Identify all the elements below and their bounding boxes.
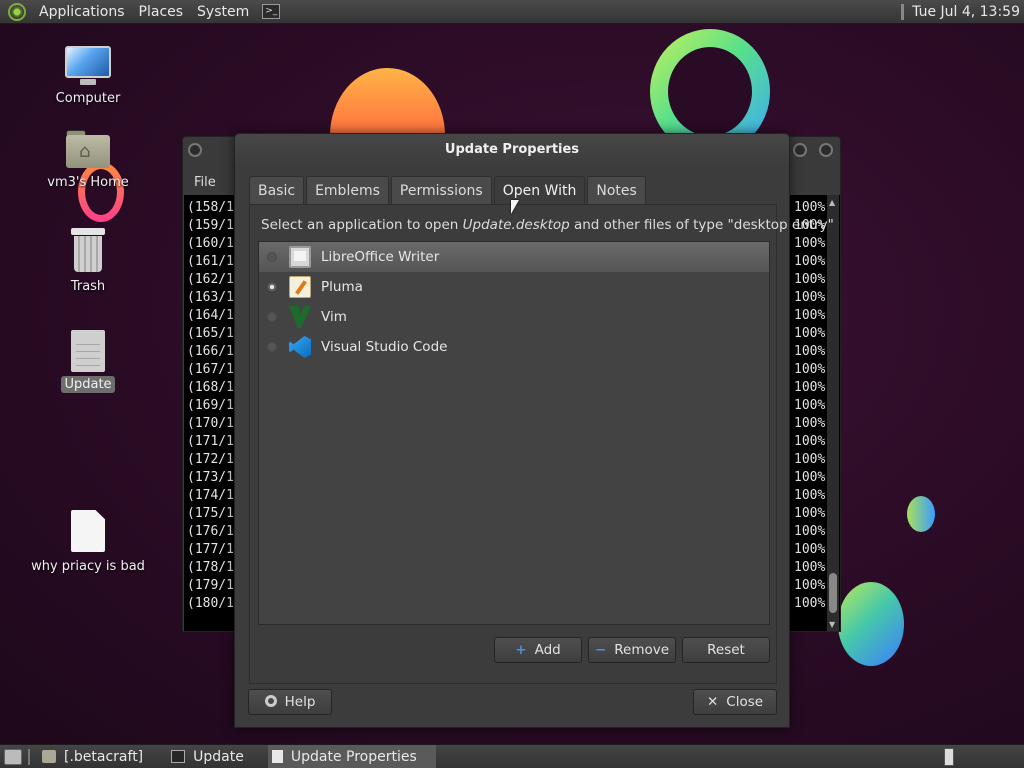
close-icon: ✕	[706, 694, 719, 710]
taskbar-item-label: Update Properties	[290, 748, 417, 765]
properties-dialog: Update Properties Basic Emblems Permissi…	[234, 133, 834, 728]
terminal-icon	[171, 750, 186, 763]
taskbar-item-betacraft[interactable]: [.betacraft]	[38, 745, 153, 768]
tab-open-with[interactable]: Open With	[493, 176, 586, 205]
menu-places[interactable]: Places	[132, 4, 191, 20]
tab-bar: Basic Emblems Permissions Open With Note…	[249, 176, 648, 205]
scroll-up-icon[interactable]: ▲	[829, 198, 835, 207]
desktop-icon-label: Computer	[55, 91, 121, 106]
app-row-pluma[interactable]: Pluma	[259, 272, 769, 302]
desktop-icon-label: Update	[61, 376, 115, 393]
terminal-percent-column: 100% 100% 100% 100% 100% 100% 100% 100% …	[794, 200, 826, 611]
add-button-label: Add	[534, 642, 561, 658]
trash-applet-icon[interactable]	[944, 747, 954, 766]
clock[interactable]: Tue Jul 4, 13:59	[912, 4, 1024, 20]
clock-area: Tue Jul 4, 13:59	[901, 3, 1024, 20]
desktop-icon-home[interactable]: ⌂ vm3's Home	[28, 130, 148, 191]
desktop-icon-label: vm3's Home	[47, 175, 129, 190]
default-radio[interactable]	[267, 342, 277, 352]
default-radio[interactable]	[267, 282, 277, 292]
terminal-menu-file[interactable]: File	[194, 175, 216, 190]
add-button[interactable]: + Add	[494, 637, 582, 663]
trash-icon	[71, 228, 105, 272]
mouse-pointer-icon	[511, 200, 519, 214]
bottom-panel: [.betacraft] Update Update Properties	[0, 744, 1024, 768]
wallpaper-shape-small	[907, 496, 935, 532]
tab-basic[interactable]: Basic	[249, 176, 305, 204]
terminal-launcher-icon[interactable]: >_	[262, 4, 281, 19]
taskbar-item-label: Update	[193, 748, 244, 765]
top-panel: Applications Places System >_ Tue Jul 4,…	[0, 0, 1024, 24]
tab-permissions[interactable]: Permissions	[390, 176, 492, 204]
scrollbar-thumb[interactable]	[829, 573, 837, 613]
terminal-lines: (158/1 (159/1 (160/1 (161/1 (162/1 (163/…	[187, 200, 234, 611]
application-list[interactable]: LibreOffice Writer Pluma Vim Visual Stud…	[258, 241, 770, 625]
app-row-vim[interactable]: Vim	[259, 302, 769, 332]
open-with-instruction: Select an application to open Update.des…	[261, 217, 834, 233]
instruction-prefix: Select an application to open	[261, 217, 463, 233]
tab-emblems[interactable]: Emblems	[306, 176, 389, 204]
remove-button-label: Remove	[614, 642, 670, 658]
desktop-icon-update[interactable]: Update	[28, 330, 148, 393]
maximize-icon[interactable]	[819, 143, 833, 157]
close-button-label: Close	[726, 694, 764, 710]
terminal-scrollbar[interactable]: ▲ ▼	[827, 195, 839, 631]
desktop-icon-why-priacy[interactable]: why priacy is bad	[28, 510, 148, 575]
window-menu-icon[interactable]	[188, 143, 202, 157]
open-with-panel: Select an application to open Update.des…	[249, 204, 834, 684]
home-folder-icon: ⌂	[66, 130, 110, 168]
default-radio[interactable]	[267, 252, 277, 262]
vscode-icon	[289, 336, 311, 358]
libreoffice-writer-icon	[289, 246, 311, 268]
menu-system[interactable]: System	[190, 4, 256, 20]
app-name: Vim	[321, 309, 347, 325]
instruction-filename: Update.desktop	[462, 217, 570, 233]
wallpaper-shape-blue	[838, 582, 904, 666]
taskbar-item-label: [.betacraft]	[64, 748, 144, 765]
help-icon	[264, 695, 277, 707]
reset-button-label: Reset	[707, 642, 745, 658]
mate-logo-icon[interactable]	[8, 2, 26, 21]
app-row-libreoffice-writer[interactable]: LibreOffice Writer	[259, 242, 769, 272]
pluma-icon	[289, 276, 311, 298]
app-name: LibreOffice Writer	[321, 249, 440, 265]
panel-separator	[28, 748, 30, 765]
app-row-vscode[interactable]: Visual Studio Code	[259, 332, 769, 362]
menu-applications[interactable]: Applications	[32, 4, 132, 20]
taskbar-item-update[interactable]: Update	[167, 745, 254, 768]
folder-icon	[42, 750, 56, 763]
desktop-icon-computer[interactable]: Computer	[28, 46, 148, 107]
blank-file-icon	[71, 510, 105, 552]
tab-notes[interactable]: Notes	[587, 176, 646, 204]
dialog-title[interactable]: Update Properties	[235, 134, 789, 166]
minimize-icon[interactable]	[793, 143, 807, 157]
desktop-icon-label: Trash	[70, 279, 106, 294]
document-icon	[71, 330, 105, 372]
plus-icon: +	[515, 642, 527, 658]
app-name: Visual Studio Code	[321, 339, 448, 355]
document-icon	[271, 750, 283, 763]
minus-icon: −	[594, 642, 607, 658]
desktop-icon-label: why priacy is bad	[31, 559, 145, 574]
desktop-icon-trash[interactable]: Trash	[28, 228, 148, 295]
vim-icon	[289, 306, 311, 328]
close-button[interactable]: ✕ Close	[693, 689, 777, 715]
computer-icon	[64, 46, 112, 86]
panel-handle	[901, 3, 905, 20]
reset-button[interactable]: Reset	[682, 637, 770, 663]
instruction-suffix: and other files of type "desktop entry"	[569, 217, 834, 233]
default-radio[interactable]	[267, 312, 277, 322]
taskbar-item-update-properties[interactable]: Update Properties	[267, 744, 436, 768]
scroll-down-icon[interactable]: ▼	[829, 620, 835, 629]
remove-button[interactable]: − Remove	[588, 637, 676, 663]
show-desktop-icon[interactable]	[4, 748, 22, 765]
help-button-label: Help	[284, 694, 316, 710]
app-name: Pluma	[321, 279, 363, 295]
help-button[interactable]: Help	[248, 689, 332, 715]
